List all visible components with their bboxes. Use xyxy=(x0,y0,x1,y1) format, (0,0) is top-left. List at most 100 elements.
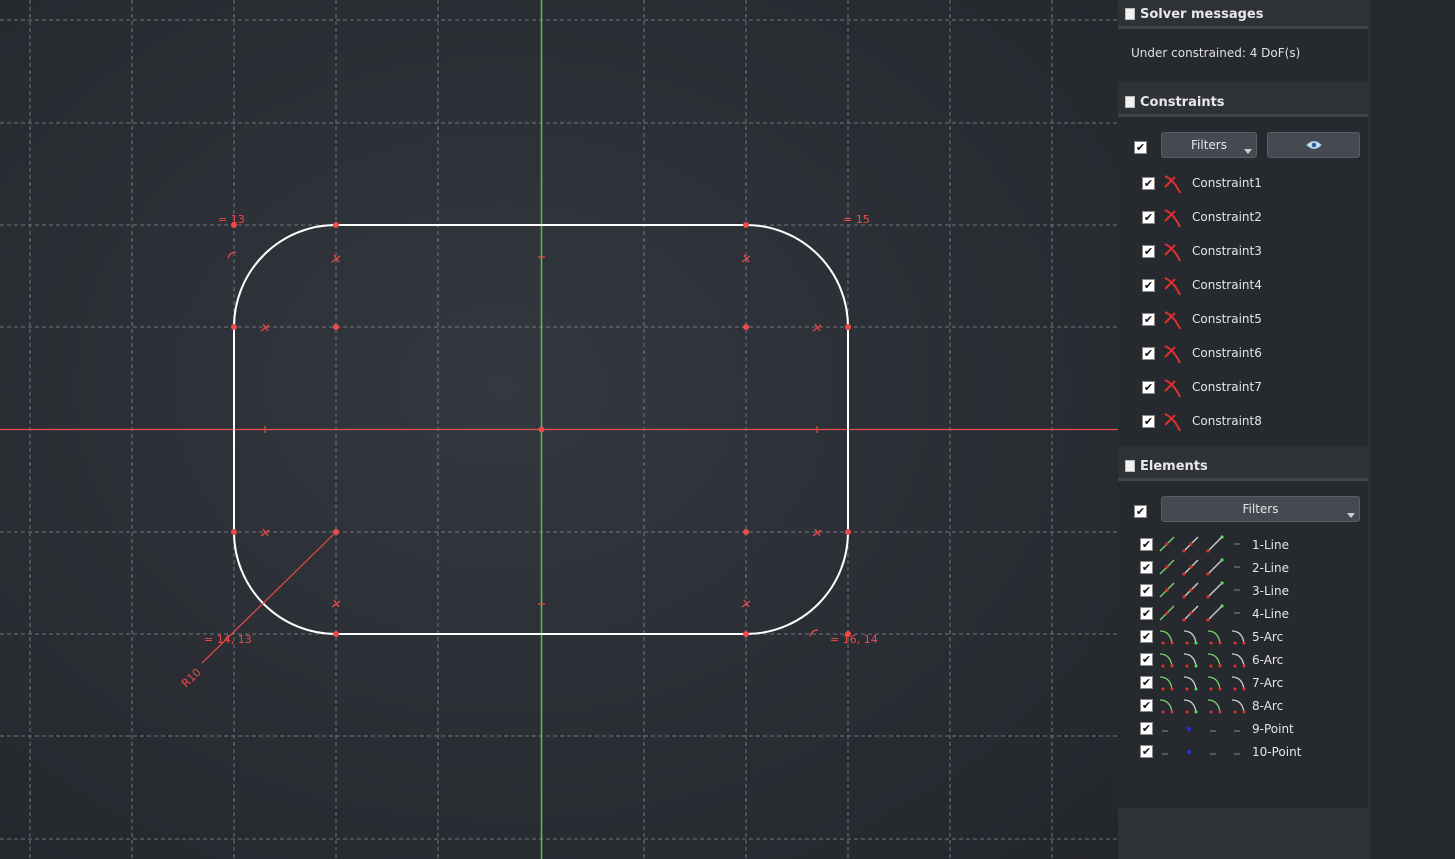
arc-element-icon xyxy=(1159,699,1246,714)
element-checkbox[interactable]: ✔ xyxy=(1140,722,1153,735)
element-label: 10-Point xyxy=(1252,745,1302,759)
tangent-constraint-icon xyxy=(1164,413,1181,432)
line-element-icon xyxy=(1159,535,1240,553)
tangent-constraint-icon xyxy=(1164,175,1181,194)
document-icon xyxy=(1125,96,1135,108)
constraints-filters-label: Filters xyxy=(1191,138,1227,152)
tangent-constraint-icon xyxy=(1164,379,1181,398)
constraints-filters-button[interactable]: Filters xyxy=(1161,132,1257,158)
constraint-label: Constraint3 xyxy=(1192,244,1262,258)
tangent-constraint-icon xyxy=(1164,345,1181,364)
constraint-row[interactable]: ✔ Constraint4 xyxy=(1118,269,1368,303)
constraint-row[interactable]: ✔ Constraint6 xyxy=(1118,337,1368,371)
arc-element-icon xyxy=(1159,676,1246,691)
constraint-row[interactable]: ✔ Constraint8 xyxy=(1118,405,1368,439)
element-checkbox[interactable]: ✔ xyxy=(1140,584,1153,597)
line-element-icon xyxy=(1159,581,1240,599)
solver-messages-body: Under constrained: 4 DoF(s) xyxy=(1118,26,1368,82)
constraint-label-bottom-right[interactable]: = 16, 14 xyxy=(830,633,878,646)
constraint-label: Constraint6 xyxy=(1192,346,1262,360)
element-label: 8-Arc xyxy=(1252,699,1284,713)
constraint-checkbox[interactable]: ✔ xyxy=(1142,415,1155,428)
constraint-row[interactable]: ✔ Constraint2 xyxy=(1118,201,1368,235)
tangent-constraint-icon xyxy=(1164,311,1181,330)
element-row[interactable]: ✔ 1-Line xyxy=(1118,533,1368,556)
constraint-checkbox[interactable]: ✔ xyxy=(1142,313,1155,326)
solver-status-text: Under constrained: 4 DoF(s) xyxy=(1131,46,1301,60)
solver-messages-header[interactable]: Solver messages xyxy=(1118,3,1370,25)
element-checkbox[interactable]: ✔ xyxy=(1140,538,1153,551)
element-label: 2-Line xyxy=(1252,561,1289,575)
elements-title: Elements xyxy=(1140,458,1208,474)
element-label: 7-Arc xyxy=(1252,676,1284,690)
element-row[interactable]: ✔ 7-Arc xyxy=(1118,671,1368,694)
dropdown-arrow-icon xyxy=(1347,513,1355,518)
element-checkbox[interactable]: ✔ xyxy=(1140,630,1153,643)
element-label: 5-Arc xyxy=(1252,630,1284,644)
sketch-canvas[interactable]: R10 = 13 = 15 = 14, 13 = 16, 14 xyxy=(0,0,1118,859)
tangent-constraint-icon xyxy=(1164,277,1181,296)
element-label: 6-Arc xyxy=(1252,653,1284,667)
constraint-row[interactable]: ✔ Constraint5 xyxy=(1118,303,1368,337)
constraint-checkbox[interactable]: ✔ xyxy=(1142,347,1155,360)
element-row[interactable]: ✔ 9-Point xyxy=(1118,717,1368,740)
task-panel: Solver messages Under constrained: 4 DoF… xyxy=(1118,0,1370,859)
constraint-label: Constraint4 xyxy=(1192,278,1262,292)
arc-element-icon xyxy=(1159,630,1246,645)
constraint-row[interactable]: ✔ Constraint7 xyxy=(1118,371,1368,405)
elements-header[interactable]: Elements xyxy=(1118,455,1370,477)
element-checkbox[interactable]: ✔ xyxy=(1140,561,1153,574)
arc-element-icon xyxy=(1159,653,1246,668)
tangent-constraint-icon xyxy=(1164,243,1181,262)
constraint-label: Constraint8 xyxy=(1192,414,1262,428)
document-icon xyxy=(1125,460,1135,472)
element-checkbox[interactable]: ✔ xyxy=(1140,607,1153,620)
constraint-label-top-right[interactable]: = 15 xyxy=(843,213,870,226)
constraint-row[interactable]: ✔ Constraint3 xyxy=(1118,235,1368,269)
element-label: 3-Line xyxy=(1252,584,1289,598)
constraint-checkbox[interactable]: ✔ xyxy=(1142,245,1155,258)
element-label: 9-Point xyxy=(1252,722,1294,736)
constraint-checkbox[interactable]: ✔ xyxy=(1142,211,1155,224)
constraints-master-checkbox[interactable]: ✔ xyxy=(1134,141,1147,154)
element-checkbox[interactable]: ✔ xyxy=(1140,676,1153,689)
elements-filters-button[interactable]: Filters xyxy=(1161,496,1360,522)
constraint-label-top-left[interactable]: = 13 xyxy=(218,213,245,226)
constraint-row[interactable]: ✔ Constraint1 xyxy=(1118,167,1368,201)
constraint-label: Constraint2 xyxy=(1192,210,1262,224)
constraints-body: ✔ Filters ✔ Constraint1 ✔ Constraint2 ✔ Const… xyxy=(1118,114,1368,446)
element-row[interactable]: ✔ 6-Arc xyxy=(1118,648,1368,671)
constraint-checkbox[interactable]: ✔ xyxy=(1142,381,1155,394)
element-row[interactable]: ✔ 3-Line xyxy=(1118,579,1368,602)
element-row[interactable]: ✔ 4-Line xyxy=(1118,602,1368,625)
constraints-visibility-button[interactable] xyxy=(1267,132,1360,158)
constraints-header[interactable]: Constraints xyxy=(1118,91,1370,113)
element-row[interactable]: ✔ 8-Arc xyxy=(1118,694,1368,717)
tangent-constraint-icons[interactable] xyxy=(227,251,822,637)
elements-filters-label: Filters xyxy=(1242,502,1279,516)
constraint-label: Constraint5 xyxy=(1192,312,1262,326)
radius-dimension-label[interactable]: R10 xyxy=(179,666,204,690)
element-label: 4-Line xyxy=(1252,607,1289,621)
element-checkbox[interactable]: ✔ xyxy=(1140,653,1153,666)
element-checkbox[interactable]: ✔ xyxy=(1140,745,1153,758)
constraint-label: Constraint7 xyxy=(1192,380,1262,394)
eye-icon xyxy=(1305,141,1322,149)
line-element-icon xyxy=(1159,558,1240,576)
element-row[interactable]: ✔ 5-Arc xyxy=(1118,625,1368,648)
sketch-viewport[interactable]: R10 = 13 = 15 = 14, 13 = 16, 14 xyxy=(0,0,1118,859)
constraint-label: Constraint1 xyxy=(1192,176,1262,190)
constraint-label-bottom-left[interactable]: = 14, 13 xyxy=(204,633,252,646)
dropdown-arrow-icon xyxy=(1244,149,1252,154)
constraint-checkbox[interactable]: ✔ xyxy=(1142,279,1155,292)
elements-master-checkbox[interactable]: ✔ xyxy=(1134,505,1147,518)
constraints-title: Constraints xyxy=(1140,94,1225,110)
elements-body: ✔ Filters ✔ 1-Line ✔ 2-Line ✔ 3-Line ✔ 4-Line ✔ 5… xyxy=(1118,478,1368,808)
element-row[interactable]: ✔ 2-Line xyxy=(1118,556,1368,579)
element-row[interactable]: ✔ 10-Point xyxy=(1118,740,1368,763)
line-element-icon xyxy=(1159,604,1240,622)
element-checkbox[interactable]: ✔ xyxy=(1140,699,1153,712)
document-icon xyxy=(1125,8,1135,20)
constraint-checkbox[interactable]: ✔ xyxy=(1142,177,1155,190)
point-element-icon xyxy=(1162,726,1240,732)
